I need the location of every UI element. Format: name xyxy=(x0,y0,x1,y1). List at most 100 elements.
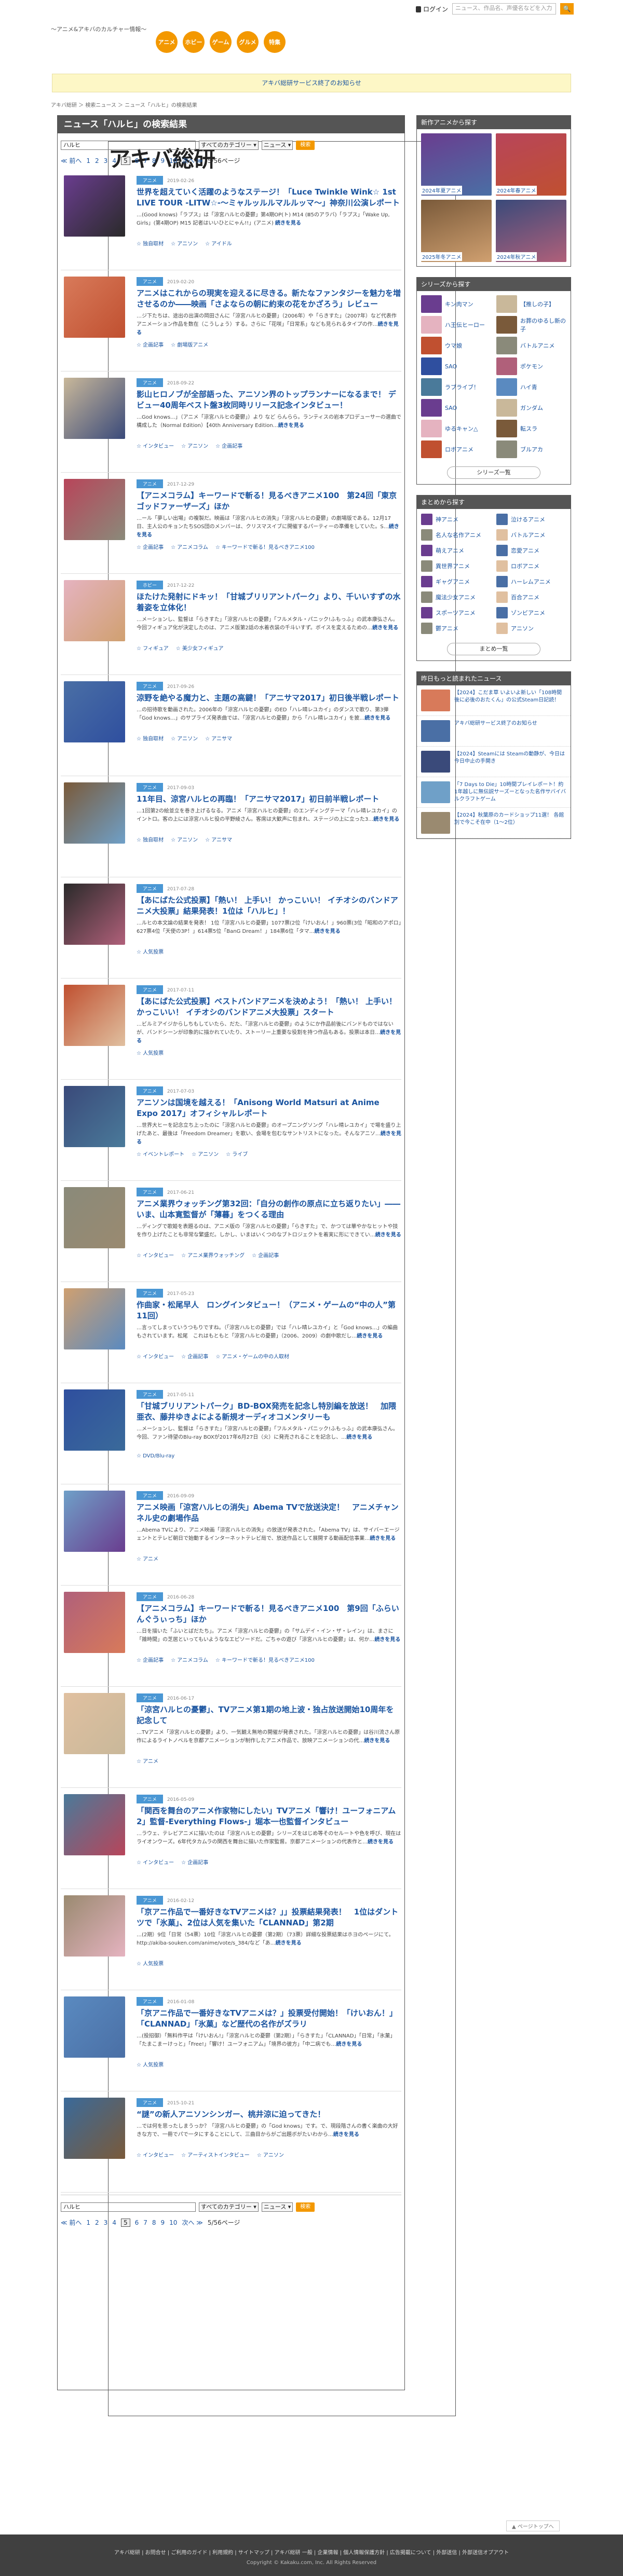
news-category-tag[interactable]: アニメ xyxy=(137,378,163,387)
news-tag[interactable]: ☆ 人気投票 xyxy=(137,947,164,955)
query-input-bottom[interactable]: ハルヒ xyxy=(61,2202,196,2212)
season-anime-link[interactable]: 2024年秋アニメ xyxy=(496,200,566,262)
news-tag[interactable]: ☆ アニソン xyxy=(171,835,198,843)
news-tag[interactable]: ☆ アニソン xyxy=(171,239,198,247)
news-category-tag[interactable]: アニメ xyxy=(137,1491,163,1500)
read-more-link[interactable]: 続きを見る xyxy=(346,1435,372,1440)
news-tag[interactable]: ☆ アニメ業界ウォッチング xyxy=(181,1251,245,1259)
news-tag[interactable]: ☆ アニメコラム xyxy=(171,1656,208,1663)
news-tag[interactable]: ☆ 劇場版アニメ xyxy=(171,340,208,348)
news-thumbnail[interactable] xyxy=(64,479,125,540)
news-thumbnail[interactable] xyxy=(64,378,125,439)
category-select-bottom[interactable]: すべてのカテゴリー ▾ xyxy=(199,2202,259,2212)
next-page-bottom[interactable]: 次へ ≫ xyxy=(182,2218,202,2227)
page-2-bottom[interactable]: 2 xyxy=(95,2219,99,2226)
news-title[interactable]: 【あにばた公式投票】ベストバンドアニメを決めよう！「熱い！ 上手い！ かっこいい… xyxy=(137,996,401,1018)
news-tag[interactable]: ☆ ライブ xyxy=(226,1150,248,1158)
cat-gourmet[interactable]: グルメ xyxy=(237,31,259,53)
matome-link[interactable]: バトルアニメ xyxy=(496,529,566,541)
matome-link[interactable]: 鬱アニメ xyxy=(421,622,491,635)
news-category-tag[interactable]: アニメ xyxy=(137,1795,163,1803)
matome-link[interactable]: ハーレムアニメ xyxy=(496,575,566,588)
news-thumbnail[interactable] xyxy=(64,782,125,844)
news-tag[interactable]: ☆ アニサマ xyxy=(205,835,232,843)
news-title[interactable]: 世界を超えていく活躍のようなステージ！「Luce Twinkle Wink☆ 1… xyxy=(137,187,401,209)
page-4[interactable]: 4 xyxy=(112,157,116,164)
matome-more-button[interactable]: まとめ一覧 xyxy=(447,643,540,655)
news-category-tag[interactable]: アニメ xyxy=(137,176,163,185)
news-tag[interactable]: ☆ アニソン xyxy=(171,734,198,742)
news-tag[interactable]: ☆ アニソン xyxy=(181,442,208,449)
breadcrumb[interactable]: アキバ総研 ＞ 検索ニュース ＞ ニュース「ハルヒ」の検索結果 xyxy=(51,101,572,108)
news-tag[interactable]: ☆ アニソン xyxy=(257,2151,284,2158)
read-more-link[interactable]: 続きを見る xyxy=(315,929,341,934)
page-6-bottom[interactable]: 6 xyxy=(135,2219,139,2226)
series-link[interactable]: ロボアニメ xyxy=(421,440,491,458)
matome-link[interactable]: 名人な名作アニメ xyxy=(421,529,491,541)
prev-page[interactable]: ≪ 前へ xyxy=(61,156,82,165)
news-thumbnail[interactable] xyxy=(64,1491,125,1552)
matome-link[interactable]: 恋愛アニメ xyxy=(496,544,566,557)
news-tag[interactable]: ☆ 独自取材 xyxy=(137,835,164,843)
news-tag[interactable]: ☆ 企画記事 xyxy=(181,1352,208,1360)
page-2[interactable]: 2 xyxy=(95,157,99,164)
news-title[interactable]: 涼野を絶やる魔力と、主題の高鍵！「アニサマ2017」初日後半戦レポート xyxy=(137,693,401,704)
news-tag[interactable]: ☆ 企画記事 xyxy=(252,1251,279,1259)
news-category-tag[interactable]: アニメ xyxy=(137,1997,164,2006)
news-tag[interactable]: ☆ フィギュア xyxy=(137,644,169,652)
page-8-bottom[interactable]: 8 xyxy=(152,2219,156,2226)
news-thumbnail[interactable] xyxy=(64,580,125,641)
news-tag[interactable]: ☆ キーワードで斬る！見るべきアニメ100 xyxy=(215,1656,315,1663)
series-link[interactable]: SAO xyxy=(421,357,491,375)
news-tag[interactable]: ☆ インタビュー xyxy=(137,1858,174,1866)
cat-anime[interactable]: アニメ xyxy=(156,31,178,53)
news-tag[interactable]: ☆ アニメ xyxy=(137,1757,158,1765)
season-anime-link[interactable]: 2025年冬アニメ xyxy=(421,200,492,262)
search-button[interactable]: 🔍 xyxy=(560,3,574,15)
matome-link[interactable]: スポーツアニメ xyxy=(421,607,491,619)
news-thumbnail[interactable] xyxy=(64,1794,125,1855)
series-link[interactable]: SAO xyxy=(421,399,491,417)
page-6[interactable]: 6 xyxy=(135,157,139,164)
news-tag[interactable]: ☆ イベントレポート xyxy=(137,1150,184,1158)
service-end-notice[interactable]: アキバ総研サービス終了のお知らせ xyxy=(52,74,571,92)
matome-link[interactable]: ゾンビアニメ xyxy=(496,607,566,619)
query-input[interactable]: ハルヒ xyxy=(61,141,196,150)
popular-news-item[interactable]: 【2024】Steamには Steamの動静が、今日は今日中止の手開き xyxy=(417,747,571,777)
news-category-tag[interactable]: アニメ xyxy=(137,884,163,893)
type-select[interactable]: ニュース ▾ xyxy=(261,141,293,150)
matome-link[interactable]: 異世界アニメ xyxy=(421,560,491,572)
news-thumbnail[interactable] xyxy=(64,985,125,1046)
news-tag[interactable]: ☆ 独自取材 xyxy=(137,734,164,742)
page-7-bottom[interactable]: 7 xyxy=(143,2219,147,2226)
news-tag[interactable]: ☆ アニサマ xyxy=(205,734,232,742)
news-title[interactable]: 「京アニ作品で一番好きなTVアニメは？」投票受付開始！「けいおん！」「CLANN… xyxy=(137,2008,401,2030)
page-1-bottom[interactable]: 1 xyxy=(86,2219,90,2226)
footer-links[interactable]: アキバ総研 | お問合せ | ご利用のガイド | 利用規約 | サイトマップ |… xyxy=(0,2548,623,2556)
page-3-bottom[interactable]: 3 xyxy=(104,2219,108,2226)
page-7[interactable]: 7 xyxy=(143,157,147,164)
news-category-tag[interactable]: アニメ xyxy=(137,277,163,286)
site-search-input[interactable]: ニュース、作品名、声優名などを入力 xyxy=(452,3,556,15)
news-tag[interactable]: ☆ 企画記事 xyxy=(137,543,164,550)
news-thumbnail[interactable] xyxy=(64,175,125,237)
news-tag[interactable]: ☆ キーワードで斬る！見るべきアニメ100 xyxy=(215,543,315,550)
news-title[interactable]: 【アニメコラム】キーワードで斬る！見るべきアニメ100 第24回「東京ゴッドファ… xyxy=(137,490,401,512)
search-submit[interactable]: 検索 xyxy=(296,141,315,150)
news-title[interactable]: 11年目、涼宮ハルヒの再臨！「アニサマ2017」初日前半戦レポート xyxy=(137,794,401,805)
cat-game[interactable]: ゲーム xyxy=(210,31,232,53)
matome-link[interactable]: 百合アニメ xyxy=(496,591,566,603)
read-more-link[interactable]: 続きを見る xyxy=(373,817,399,822)
site-logo[interactable]: アキバ総研 〜アニメ&アキバのカルチャー情報〜 xyxy=(51,26,456,2416)
page-top-link[interactable]: ▲ ページトップへ xyxy=(506,2520,560,2531)
news-category-tag[interactable]: アニメ xyxy=(137,682,163,691)
news-thumbnail[interactable] xyxy=(64,1592,125,1653)
season-anime-link[interactable]: 2024年夏アニメ xyxy=(421,133,492,196)
news-tag[interactable]: ☆ アニメ xyxy=(137,1554,158,1562)
page-9-bottom[interactable]: 9 xyxy=(161,2219,165,2226)
news-tag[interactable]: ☆ アイドル xyxy=(205,239,232,247)
news-title[interactable]: 作曲家・松尾早人 ロングインタビュー！（アニメ・ゲームの“中の人”第11回） xyxy=(137,1300,401,1321)
popular-news-item[interactable]: 【2024】秋葉原のカードショップ11選！ 各館別で今こそ在中（1～2位） xyxy=(417,808,571,838)
news-tag[interactable]: ☆ インタビュー xyxy=(137,1251,174,1259)
read-more-link[interactable]: 続きを見る xyxy=(276,1940,302,1946)
